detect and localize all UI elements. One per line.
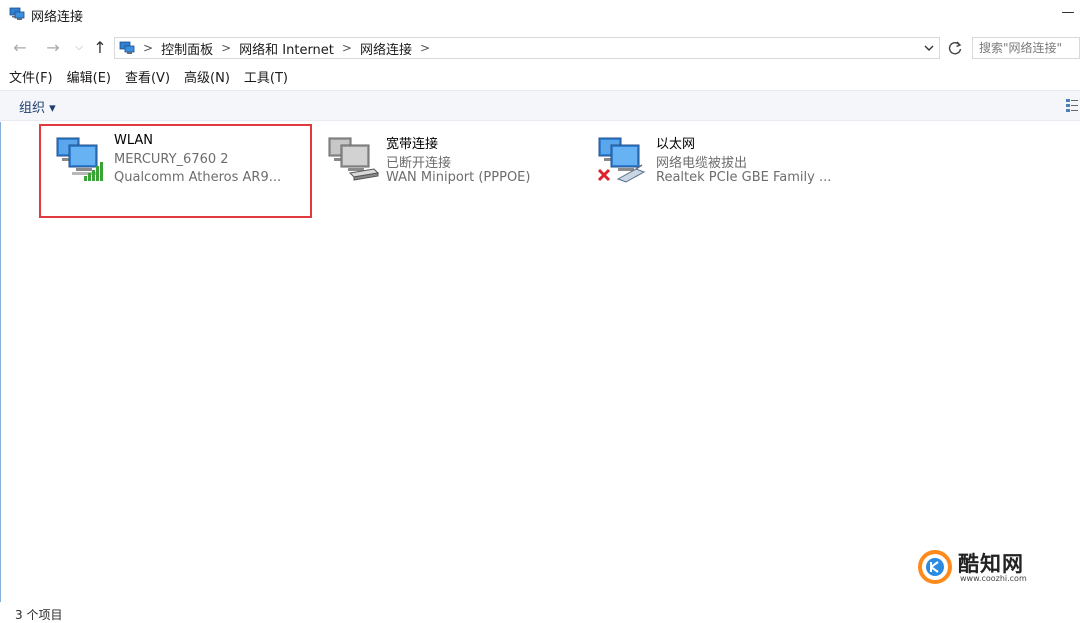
connection-name: 宽带连接 bbox=[386, 137, 439, 152]
breadcrumb-network-connections[interactable]: 网络连接 bbox=[360, 39, 412, 58]
menu-view[interactable]: 查看(V) bbox=[125, 68, 170, 90]
up-arrow-icon[interactable]: ↑ bbox=[89, 37, 111, 59]
modem-icon bbox=[348, 168, 380, 181]
breadcrumb-separator[interactable]: > bbox=[420, 41, 430, 55]
selection-highlight-box bbox=[39, 124, 312, 218]
breadcrumb-network-internet[interactable]: 网络和 Internet bbox=[239, 39, 334, 58]
breadcrumb-separator[interactable]: > bbox=[221, 41, 231, 55]
breadcrumb-separator[interactable]: > bbox=[342, 41, 352, 55]
menu-edit[interactable]: 编辑(E) bbox=[67, 68, 111, 90]
recent-locations-chevron-icon[interactable]: ⌵ bbox=[68, 37, 90, 59]
address-bar[interactable]: > 控制面板 > 网络和 Internet > 网络连接 > bbox=[114, 37, 940, 59]
breadcrumb-control-panel[interactable]: 控制面板 bbox=[161, 39, 213, 58]
menu-tools[interactable]: 工具(T) bbox=[244, 68, 288, 90]
navigation-pane-edge bbox=[0, 122, 1, 602]
menu-file[interactable]: 文件(F) bbox=[9, 68, 53, 90]
connection-status: 已断开连接 bbox=[386, 156, 452, 171]
window-title: 网络连接 bbox=[31, 10, 84, 25]
forward-arrow-icon[interactable]: → bbox=[42, 37, 64, 59]
connection-device: WAN Miniport (PPPOE) bbox=[386, 170, 531, 185]
watermark-url: www.coozhi.com bbox=[960, 574, 1027, 583]
network-folder-icon bbox=[119, 41, 135, 54]
chevron-down-icon[interactable] bbox=[921, 40, 937, 56]
breadcrumb-separator: > bbox=[143, 41, 154, 55]
menu-bar: 文件(F) 编辑(E) 查看(V) 高级(N) 工具(T) bbox=[0, 68, 1080, 90]
connection-name: 以太网 bbox=[656, 137, 696, 152]
command-toolbar: 组织 ▾ bbox=[0, 90, 1080, 121]
cable-unplugged-icon bbox=[597, 164, 646, 183]
connection-status: 网络电缆被拔出 bbox=[656, 156, 748, 171]
coozhi-logo-icon bbox=[918, 550, 952, 584]
menu-advanced[interactable]: 高级(N) bbox=[184, 68, 230, 90]
item-count-status: 3 个项目 bbox=[15, 608, 63, 622]
minimize-button[interactable] bbox=[1056, 0, 1080, 26]
organize-button[interactable]: 组织 ▾ bbox=[19, 97, 56, 116]
refresh-icon[interactable] bbox=[944, 37, 966, 59]
search-input[interactable]: 搜索"网络连接" bbox=[972, 37, 1080, 59]
title-bar: 网络连接 bbox=[0, 0, 1080, 30]
watermark: 酷知网 www.coozhi.com bbox=[906, 543, 1034, 591]
network-connections-icon bbox=[9, 7, 25, 20]
connection-device: Realtek PCIe GBE Family ... bbox=[656, 170, 832, 185]
change-view-icon[interactable] bbox=[1066, 98, 1078, 114]
address-row: ← → ⌵ ↑ > 控制面板 > 网络和 Internet > 网络连接 > 搜… bbox=[0, 34, 1080, 62]
connection-item-broadband[interactable]: 宽带连接 已断开连接 WAN Miniport (PPPOE) bbox=[312, 125, 582, 215]
back-arrow-icon[interactable]: ← bbox=[9, 37, 31, 59]
connection-item-ethernet[interactable]: 以太网 网络电缆被拔出 Realtek PCIe GBE Family ... bbox=[582, 125, 852, 215]
